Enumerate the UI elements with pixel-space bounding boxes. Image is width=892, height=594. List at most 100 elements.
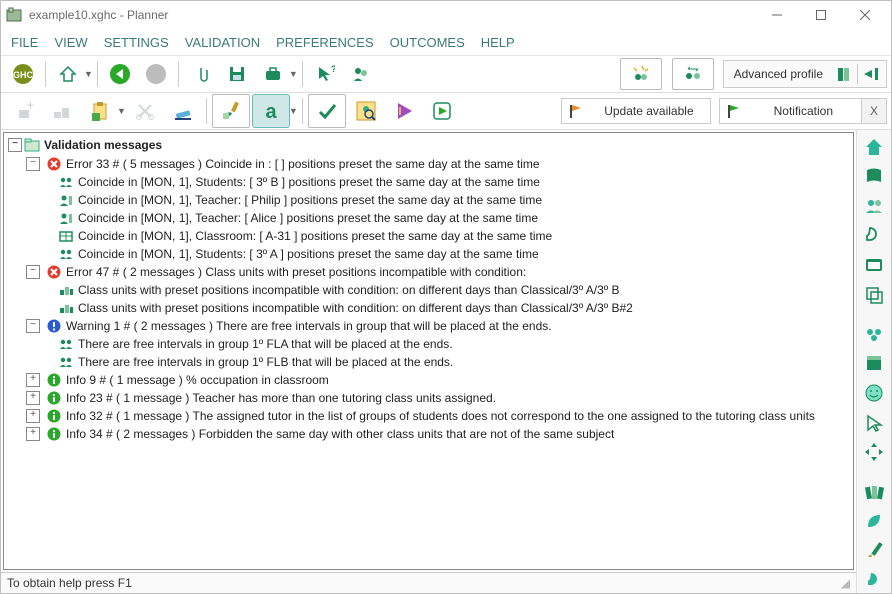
tree-node[interactable]: + Info 9 # ( 1 message ) % occupation in … bbox=[8, 371, 849, 389]
clipboard-dropdown-icon[interactable]: ▼ bbox=[117, 106, 126, 116]
collapse-icon[interactable]: − bbox=[26, 265, 40, 279]
advanced-profile-label: Advanced profile bbox=[724, 67, 833, 81]
update-available-panel[interactable]: Update available bbox=[561, 98, 710, 124]
notification-close-button[interactable]: X bbox=[861, 99, 886, 123]
tree-node[interactable]: Coincide in [MON, 1], Students: [ 3º A ]… bbox=[8, 245, 849, 263]
collapse-icon[interactable]: − bbox=[26, 319, 40, 333]
teacher-icon bbox=[58, 210, 74, 226]
side-head-icon[interactable] bbox=[860, 223, 888, 249]
side-group-icon[interactable] bbox=[860, 321, 888, 347]
briefcase-button[interactable] bbox=[256, 59, 290, 89]
tree-node[interactable]: Coincide in [MON, 1], Classroom: [ A-31 … bbox=[8, 227, 849, 245]
maximize-button[interactable] bbox=[799, 1, 843, 29]
collapse-icon[interactable]: − bbox=[8, 138, 22, 152]
tree-node[interactable]: − Error 33 # ( 5 messages ) Coincide in :… bbox=[8, 155, 849, 173]
play-green-button[interactable] bbox=[424, 95, 460, 127]
exchange-button[interactable] bbox=[672, 58, 714, 90]
brush-button[interactable] bbox=[212, 94, 250, 128]
home-button[interactable] bbox=[51, 59, 85, 89]
tree-node-text: Info 9 # ( 1 message ) % occupation in c… bbox=[66, 373, 329, 387]
tree-node[interactable]: Class units with preset positions incomp… bbox=[8, 299, 849, 317]
validation-tree[interactable]: − Validation messages − Error 33 # ( 5 me… bbox=[3, 132, 854, 570]
side-book2-icon[interactable] bbox=[860, 351, 888, 377]
expand-icon[interactable]: + bbox=[26, 409, 40, 423]
ghc-button[interactable]: GHC bbox=[6, 59, 40, 89]
side-books3-icon[interactable] bbox=[860, 479, 888, 505]
expand-icon[interactable]: + bbox=[26, 391, 40, 405]
briefcase-dropdown-icon[interactable]: ▼ bbox=[289, 69, 298, 79]
cut-button[interactable] bbox=[127, 95, 163, 127]
menu-file[interactable]: FILE bbox=[11, 35, 38, 50]
close-button[interactable] bbox=[843, 1, 887, 29]
attach-button[interactable] bbox=[184, 59, 218, 89]
separator bbox=[178, 61, 179, 87]
go-arrow-icon[interactable] bbox=[858, 66, 886, 82]
home-dropdown-icon[interactable]: ▼ bbox=[84, 69, 93, 79]
tree-node[interactable]: Coincide in [MON, 1], Teacher: [ Alice ]… bbox=[8, 209, 849, 227]
minimize-button[interactable] bbox=[755, 1, 799, 29]
side-cursor-icon[interactable] bbox=[860, 410, 888, 436]
info-icon bbox=[46, 390, 62, 406]
tree-node[interactable]: +Info 23 # ( 1 message ) Teacher has mor… bbox=[8, 389, 849, 407]
clipboard-button[interactable] bbox=[82, 95, 118, 127]
side-window-icon[interactable] bbox=[860, 252, 888, 278]
expand-icon[interactable]: + bbox=[26, 427, 40, 441]
tree-node-text: Error 33 # ( 5 messages ) Coincide in : … bbox=[66, 157, 540, 171]
tree-node[interactable]: Coincide in [MON, 1], Teacher: [ Philip … bbox=[8, 191, 849, 209]
side-home-icon[interactable] bbox=[860, 134, 888, 160]
books-icon[interactable] bbox=[833, 65, 857, 83]
side-smiley-icon[interactable] bbox=[860, 380, 888, 406]
svg-text:GHC: GHC bbox=[13, 70, 34, 80]
play-purple-button[interactable] bbox=[386, 95, 422, 127]
side-book-icon[interactable] bbox=[860, 164, 888, 190]
menu-help[interactable]: HELP bbox=[481, 35, 515, 50]
statusbar: To obtain help press F1 ◢ bbox=[1, 572, 856, 593]
side-people-icon[interactable] bbox=[860, 193, 888, 219]
side-copies-icon[interactable] bbox=[860, 282, 888, 308]
tree-node[interactable]: There are free intervals in group 1º FLB… bbox=[8, 353, 849, 371]
tree-node[interactable]: There are free intervals in group 1º FLA… bbox=[8, 335, 849, 353]
menu-outcomes[interactable]: OUTCOMES bbox=[390, 35, 465, 50]
stack-pieces-button[interactable] bbox=[44, 95, 80, 127]
save-button[interactable] bbox=[220, 59, 254, 89]
add-piece-button[interactable]: + bbox=[6, 95, 42, 127]
collapse-icon[interactable]: − bbox=[26, 157, 40, 171]
tree-node-text: Error 47 # ( 2 messages ) Class units wi… bbox=[66, 265, 526, 279]
tree-node[interactable]: Class units with preset positions incomp… bbox=[8, 281, 849, 299]
tree-node-text: Info 34 # ( 2 messages ) Forbidden the s… bbox=[66, 427, 614, 441]
menu-preferences[interactable]: PREFERENCES bbox=[276, 35, 374, 50]
separator bbox=[45, 61, 46, 87]
users-button[interactable] bbox=[344, 59, 378, 89]
side-leaf-icon[interactable] bbox=[860, 508, 888, 534]
advanced-profile-panel: Advanced profile bbox=[723, 60, 887, 88]
students-icon bbox=[58, 336, 74, 352]
notification-panel: Notification X bbox=[719, 98, 887, 124]
menu-view[interactable]: VIEW bbox=[54, 35, 87, 50]
expand-icon[interactable]: + bbox=[26, 373, 40, 387]
tree-node[interactable]: Coincide in [MON, 1], Students: [ 3º B ]… bbox=[8, 173, 849, 191]
letter-a-button[interactable]: a bbox=[252, 94, 290, 128]
tree-node[interactable]: − Error 47 # ( 2 messages ) Class units w… bbox=[8, 263, 849, 281]
tree-root[interactable]: − Validation messages bbox=[8, 135, 849, 155]
search-person-button[interactable] bbox=[348, 95, 384, 127]
side-pencil-icon[interactable] bbox=[860, 538, 888, 564]
resize-grip-icon[interactable]: ◢ bbox=[841, 576, 850, 590]
units-icon bbox=[58, 300, 74, 316]
tree-node-text: Coincide in [MON, 1], Classroom: [ A-31 … bbox=[78, 229, 552, 243]
side-head2-icon[interactable] bbox=[860, 567, 888, 593]
a-dropdown-icon[interactable]: ▼ bbox=[289, 106, 298, 116]
side-move-icon[interactable] bbox=[860, 439, 888, 465]
eraser-button[interactable] bbox=[165, 95, 201, 127]
tree-node-text: Coincide in [MON, 1], Students: [ 3º B ]… bbox=[78, 175, 540, 189]
wizard-button[interactable] bbox=[620, 58, 662, 90]
tree-node[interactable]: + Info 34 # ( 2 messages ) Forbidden the … bbox=[8, 425, 849, 443]
back-button[interactable] bbox=[103, 59, 137, 89]
menu-settings[interactable]: SETTINGS bbox=[104, 35, 169, 50]
right-sidebar bbox=[856, 130, 891, 593]
tree-node[interactable]: +Info 32 # ( 1 message ) The assigned tu… bbox=[8, 407, 849, 425]
menu-validation[interactable]: VALIDATION bbox=[185, 35, 260, 50]
svg-text:?: ? bbox=[331, 64, 335, 74]
check-button[interactable] bbox=[308, 94, 346, 128]
help-pointer-button[interactable]: ? bbox=[308, 59, 342, 89]
tree-node[interactable]: −Warning 1 # ( 2 messages ) There are fr… bbox=[8, 317, 849, 335]
